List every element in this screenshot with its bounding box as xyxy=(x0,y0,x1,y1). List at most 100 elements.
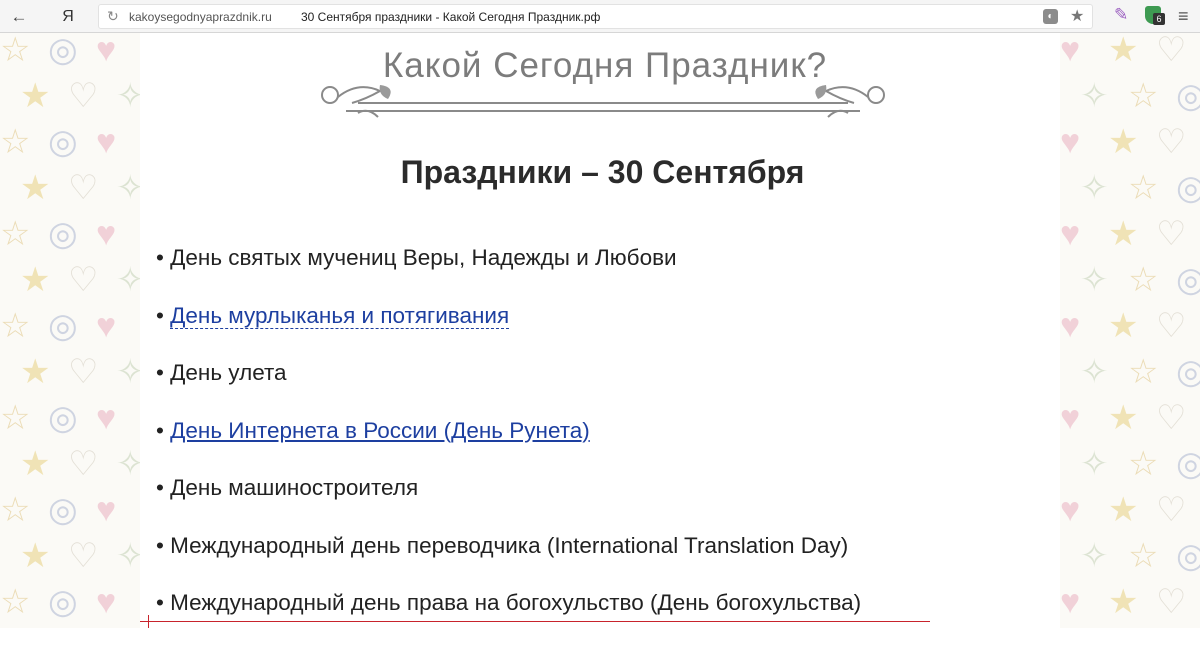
holiday-text: Международный день права на богохульство… xyxy=(170,590,862,615)
left-decorative-pattern: ☆ ◎ ♥ ★ ♡ ✧ ☆ ◎ ♥ ★ ♡ ✧ ☆ ◎ ♥ ★ ♡ ✧ ☆ ◎ ♥ ★ ♡ ✧ ☆ ◎ ♥ ★ ♡ ✧ ☆ ◎ ♥ ★ ♡ ✧ ☆ ◎ ♥ xyxy=(0,33,140,628)
spellcheck-underline xyxy=(140,621,930,622)
ornament-divider-icon xyxy=(321,85,885,118)
address-domain: kakoysegodnyaprazdnik.ru xyxy=(129,10,272,24)
decorative-icon: ★ xyxy=(1108,399,1139,437)
decorative-icon: ♥ xyxy=(1060,33,1081,69)
decorative-icon: ✧ xyxy=(1080,77,1109,115)
decorative-icon: ✧ xyxy=(116,77,140,115)
decorative-icon: ★ xyxy=(20,353,51,391)
decorative-icon: ★ xyxy=(20,169,51,207)
bullet: • xyxy=(156,360,164,385)
address-page-title: 30 Сентября праздники - Какой Сегодня Пр… xyxy=(301,10,601,24)
decorative-icon: ◎ xyxy=(1176,169,1200,207)
holiday-text: Международный день переводчика (Internat… xyxy=(170,532,849,558)
holiday-list-item: • День улета xyxy=(156,360,861,418)
decorative-icon: ♥ xyxy=(96,491,117,529)
decorative-icon: ★ xyxy=(1108,491,1139,529)
decorative-icon: ♥ xyxy=(96,583,117,621)
decorative-icon: ◎ xyxy=(48,399,78,437)
pen-extension-icon[interactable]: ✎ xyxy=(1114,5,1128,25)
decorative-icon: ♥ xyxy=(1060,399,1081,437)
decorative-icon: ◎ xyxy=(48,215,78,253)
decorative-icon: ☆ xyxy=(0,399,31,437)
holiday-text: День святых мучениц Веры, Надежды и Любо… xyxy=(170,245,677,270)
decorative-icon: ◎ xyxy=(1176,261,1200,299)
decorative-icon: ✧ xyxy=(116,353,140,391)
decorative-icon: ♡ xyxy=(1156,491,1187,529)
translate-icon[interactable]: ◐ xyxy=(1043,9,1058,24)
decorative-icon: ☆ xyxy=(0,307,31,345)
decorative-icon: ✧ xyxy=(1080,353,1109,391)
bullet: • xyxy=(156,245,164,270)
decorative-icon: ◎ xyxy=(48,583,78,621)
decorative-icon: ★ xyxy=(1108,123,1139,161)
decorative-icon: ◎ xyxy=(48,491,78,529)
decorative-icon: ☆ xyxy=(1128,537,1159,575)
bookmark-star-icon[interactable]: ★ xyxy=(1070,6,1084,26)
decorative-icon: ★ xyxy=(20,537,51,575)
decorative-icon: ◎ xyxy=(1176,353,1200,391)
decorative-icon: ♡ xyxy=(68,537,99,575)
decorative-icon: ♡ xyxy=(1156,33,1187,69)
reload-icon[interactable]: ↻ xyxy=(107,8,119,25)
decorative-icon: ◎ xyxy=(1176,537,1200,575)
decorative-icon: ✧ xyxy=(116,445,140,483)
decorative-icon: ◎ xyxy=(1176,445,1200,483)
decorative-icon: ♥ xyxy=(96,399,117,437)
holiday-list-item: • Международный день права на богохульст… xyxy=(156,590,861,648)
decorative-icon: ☆ xyxy=(1128,445,1159,483)
holiday-text: День машиностроителя xyxy=(170,475,419,500)
holiday-list-item: • Международный день переводчика (Intern… xyxy=(156,533,861,591)
decorative-icon: ♡ xyxy=(1156,307,1187,345)
decorative-icon: ☆ xyxy=(0,491,31,529)
holiday-text: День улета xyxy=(170,360,287,385)
holiday-link[interactable]: День мурлыканья и потягивания xyxy=(170,302,510,329)
decorative-icon: ☆ xyxy=(1128,169,1159,207)
decorative-icon: ♥ xyxy=(1060,491,1081,529)
holiday-list-item[interactable]: • День мурлыканья и потягивания xyxy=(156,302,861,361)
decorative-icon: ★ xyxy=(1108,215,1139,253)
right-decorative-pattern: ♥ ★ ♡ ✧ ☆ ◎ ♥ ★ ♡ ✧ ☆ ◎ ♥ ★ ♡ ✧ ☆ ◎ ♥ ★ ♡ ✧ ☆ ◎ ♥ ★ ♡ ✧ ☆ ◎ ♥ ★ ♡ ✧ ☆ ◎ ♥ ★ ♡ xyxy=(1060,33,1200,628)
back-arrow-icon[interactable]: ← xyxy=(6,0,32,33)
decorative-icon: ♡ xyxy=(1156,123,1187,161)
decorative-icon: ◎ xyxy=(48,123,78,161)
decorative-icon: ☆ xyxy=(0,123,31,161)
browser-toolbar: ← Я ↻ kakoysegodnyaprazdnik.ru 30 Сентяб… xyxy=(0,0,1200,33)
decorative-icon: ◎ xyxy=(48,307,78,345)
decorative-icon: ★ xyxy=(1108,307,1139,345)
bullet: • xyxy=(156,302,164,328)
decorative-icon: ★ xyxy=(20,261,51,299)
decorative-icon: ★ xyxy=(1108,583,1139,621)
browser-menu-icon[interactable]: ≡ xyxy=(1178,0,1189,33)
address-bar[interactable]: ↻ kakoysegodnyaprazdnik.ru 30 Сентября п… xyxy=(98,4,1093,29)
decorative-icon: ☆ xyxy=(0,33,31,69)
holiday-list-item: • День святых мучениц Веры, Надежды и Лю… xyxy=(156,245,861,303)
decorative-icon: ♥ xyxy=(96,307,117,345)
decorative-icon: ☆ xyxy=(1128,77,1159,115)
decorative-icon: ♥ xyxy=(1060,215,1081,253)
decorative-icon: ☆ xyxy=(0,215,31,253)
bullet: • xyxy=(156,417,164,443)
decorative-icon: ✧ xyxy=(1080,169,1109,207)
holiday-link[interactable]: День Интернета в России (День Рунета) xyxy=(170,418,590,443)
decorative-icon: ♡ xyxy=(68,261,99,299)
decorative-icon: ♡ xyxy=(1156,399,1187,437)
decorative-icon: ♡ xyxy=(68,169,99,207)
decorative-icon: ✧ xyxy=(1080,537,1109,575)
decorative-icon: ♡ xyxy=(68,77,99,115)
holiday-list-item[interactable]: • День Интернета в России (День Рунета) xyxy=(156,418,861,476)
decorative-icon: ✧ xyxy=(1080,261,1109,299)
decorative-icon: ♥ xyxy=(96,33,117,69)
decorative-icon: ★ xyxy=(20,77,51,115)
decorative-icon: ✧ xyxy=(1080,445,1109,483)
extension-badge: 6 xyxy=(1153,13,1165,25)
decorative-icon: ★ xyxy=(20,445,51,483)
decorative-icon: ✧ xyxy=(116,261,140,299)
bullet: • xyxy=(156,475,164,500)
decorative-icon: ♡ xyxy=(68,445,99,483)
holiday-list: • День святых мучениц Веры, Надежды и Лю… xyxy=(156,245,861,648)
decorative-icon: ♥ xyxy=(1060,583,1081,621)
yandex-logo-button[interactable]: Я xyxy=(58,0,78,33)
decorative-icon: ♥ xyxy=(1060,307,1081,345)
decorative-icon: ♥ xyxy=(96,215,117,253)
